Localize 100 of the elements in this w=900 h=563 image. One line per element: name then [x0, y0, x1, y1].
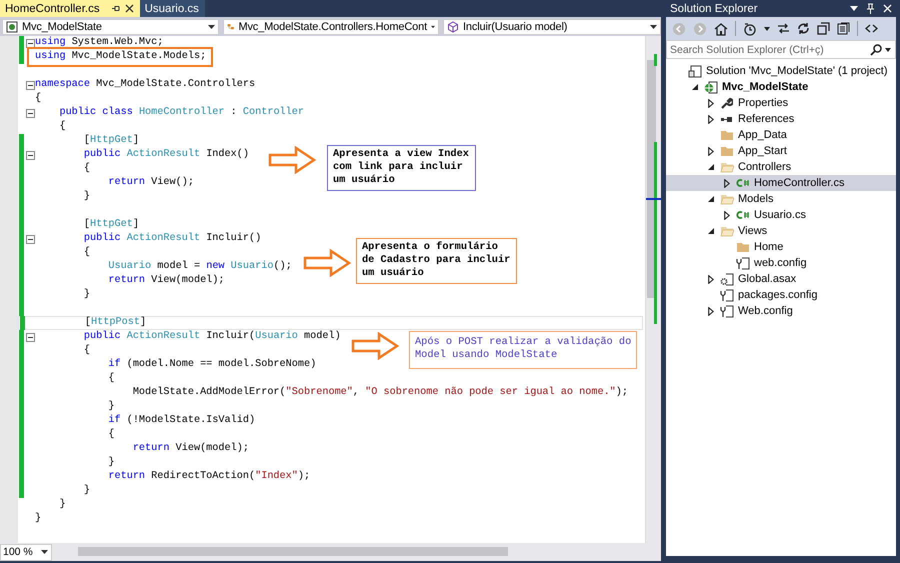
- panel-title: Solution Explorer: [670, 2, 759, 14]
- code-line: {: [82, 344, 90, 358]
- zoom-dropdown[interactable]: 100 %: [0, 544, 52, 560]
- code-line: {: [82, 162, 90, 176]
- sync-icon[interactable]: [777, 22, 790, 35]
- code-line: if (!ModelState.IsValid): [107, 414, 256, 428]
- tree-item[interactable]: Web.config: [666, 303, 896, 319]
- close-icon[interactable]: [124, 4, 134, 13]
- code-line: {: [82, 246, 90, 260]
- navigation-dropdown[interactable]: Mvc_ModelState.Controllers.HomeCont: [223, 18, 439, 34]
- collapse-all-icon[interactable]: [817, 22, 830, 35]
- code-line: }: [82, 288, 90, 302]
- open-folder-icon: [720, 225, 734, 237]
- code-line: }: [82, 190, 90, 204]
- collapsed-icon[interactable]: [724, 210, 730, 220]
- collapsed-icon[interactable]: [708, 274, 714, 284]
- refresh-icon[interactable]: [797, 22, 810, 35]
- collapsed-icon[interactable]: [724, 178, 730, 188]
- config-file-icon: [720, 288, 734, 302]
- arrow-icon: [268, 146, 316, 174]
- code-line: if (model.Nome == model.SobreNome): [107, 358, 316, 372]
- collapsed-icon[interactable]: [708, 114, 714, 124]
- collapse-icon[interactable]: [26, 150, 35, 160]
- open-folder-icon: [720, 193, 734, 205]
- tree-item[interactable]: web.config: [666, 255, 896, 271]
- properties-icon[interactable]: [837, 22, 850, 35]
- solution-icon: [688, 64, 702, 78]
- code-line: }: [107, 456, 114, 470]
- code-line: public class HomeController : Controller: [58, 106, 304, 120]
- code-icon[interactable]: [865, 22, 878, 35]
- code-line: using System.Web.Mvc;: [35, 36, 164, 50]
- code-line: }: [58, 498, 66, 512]
- folder-icon: [720, 145, 734, 157]
- wrench-icon: [720, 96, 733, 110]
- tree-item[interactable]: App_Start: [666, 143, 896, 159]
- code-line: return View(model);: [107, 274, 225, 288]
- cube-icon: [447, 20, 459, 32]
- clock-icon[interactable]: [743, 22, 757, 36]
- folder-icon: [736, 241, 750, 253]
- expanded-icon[interactable]: [708, 196, 715, 202]
- collapse-icon[interactable]: [26, 80, 35, 90]
- expanded-icon[interactable]: [708, 164, 715, 170]
- callout-note: Após o POST realizar a validação do Model usando ModelState: [409, 331, 637, 369]
- code-line: }: [82, 484, 90, 498]
- tree-item[interactable]: HomeController.cs: [666, 175, 896, 191]
- open-folder-icon: [720, 161, 734, 173]
- config-file-icon: [736, 256, 750, 270]
- csharp-file-icon: [736, 210, 750, 220]
- tree-item[interactable]: Home: [666, 239, 896, 255]
- caret-icon: [40, 550, 48, 554]
- code-line: return View(model);: [132, 442, 249, 456]
- caret-icon: [650, 24, 657, 28]
- csharp-file-icon: [736, 178, 750, 188]
- collapsed-icon[interactable]: [708, 306, 714, 316]
- search-field[interactable]: Search Solution Explorer (Ctrl+ç): [666, 40, 896, 59]
- code-line: public ActionResult Incluir(): [82, 232, 262, 246]
- arrow-icon: [351, 332, 399, 360]
- collapse-icon[interactable]: [26, 38, 35, 48]
- file-tab[interactable]: Usuario.cs: [140, 0, 205, 17]
- expanded-icon[interactable]: [708, 228, 715, 234]
- collapsed-icon[interactable]: [708, 98, 714, 108]
- tree-item[interactable]: Solution 'Mvc_ModelState' (1 project): [666, 63, 896, 79]
- home-icon[interactable]: [714, 22, 728, 36]
- navigation-dropdown[interactable]: Incluir(Usuario model): [443, 18, 661, 34]
- caret-icon[interactable]: [764, 26, 770, 30]
- globe-icon: [704, 80, 718, 94]
- code-line: [HttpGet]: [82, 134, 139, 148]
- tree-item-label: Mvc_ModelState: [722, 81, 808, 93]
- collapsed-icon[interactable]: [708, 146, 714, 156]
- code-line: {: [35, 92, 42, 106]
- expanded-icon[interactable]: [692, 84, 699, 90]
- dropdown-icon[interactable]: [850, 6, 858, 11]
- tree-item[interactable]: Controllers: [666, 159, 896, 175]
- search-icon: [870, 44, 882, 56]
- code-line: }: [35, 512, 42, 526]
- arrow-icon: [303, 249, 351, 277]
- code-line: {: [107, 372, 114, 386]
- tree-item[interactable]: Properties: [666, 95, 896, 111]
- code-line: {: [58, 120, 66, 134]
- collapse-icon[interactable]: [26, 108, 35, 118]
- config-file-icon: [720, 304, 734, 318]
- collapse-icon[interactable]: [26, 332, 35, 342]
- caret-icon: [208, 24, 215, 28]
- code-line: Usuario model = new Usuario();: [107, 260, 292, 274]
- tree-item[interactable]: Views: [666, 223, 896, 239]
- code-line: return RedirectToAction("Index");: [107, 470, 310, 484]
- tree-item[interactable]: App_Data: [666, 127, 896, 143]
- vertical-scrollbar[interactable]: [645, 36, 661, 543]
- code-line: ModelState.AddModelError("Sobrenome", "O sobrenome não pode ser igual ao nome.");: [132, 386, 628, 400]
- code-line: [HttpGet]: [82, 218, 139, 232]
- tree-item[interactable]: Usuario.cs: [666, 207, 896, 223]
- tree-item[interactable]: Mvc_ModelState: [666, 79, 896, 95]
- tree-item[interactable]: References: [666, 111, 896, 127]
- tree-item[interactable]: packages.config: [666, 287, 896, 303]
- collapse-icon[interactable]: [26, 234, 35, 244]
- pin-icon[interactable]: [110, 4, 120, 13]
- file-tab[interactable]: HomeController.cs: [0, 0, 140, 17]
- tree-item[interactable]: Global.asax: [666, 271, 896, 287]
- navigation-dropdown[interactable]: Mvc_ModelState: [2, 18, 219, 34]
- tree-item[interactable]: Models: [666, 191, 896, 207]
